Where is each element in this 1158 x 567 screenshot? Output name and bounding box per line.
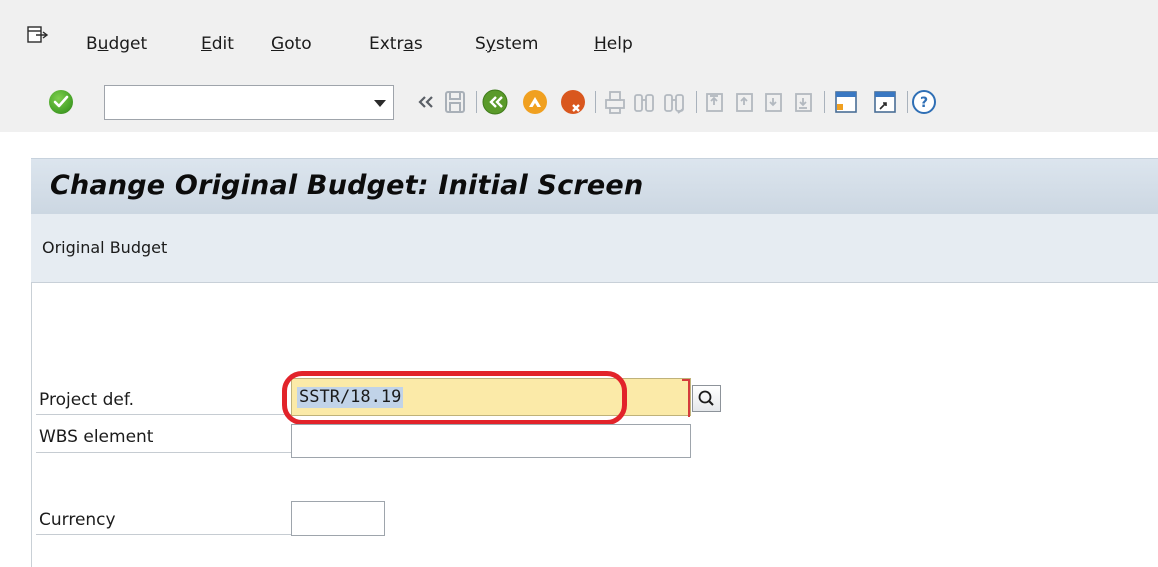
back-double-arrow-icon[interactable]: [412, 87, 440, 117]
help-icon[interactable]: ?: [910, 87, 938, 117]
menu-budget-label-b: dget: [108, 34, 148, 54]
toolbar-separator: [824, 91, 825, 113]
last-page-icon[interactable]: [790, 87, 818, 117]
menu-bar: Budget Edit Goto Extras System Help: [0, 0, 1158, 66]
menu-goto-mnemonic: G: [271, 34, 285, 54]
menu-system-label-a: S: [475, 34, 486, 54]
toolbar-separator: [907, 91, 908, 113]
toolbar-separator: [696, 91, 697, 113]
wbs-element-label: WBS element: [39, 427, 154, 447]
page-title: Change Original Budget: Initial Screen: [50, 170, 644, 201]
toolbar-separator: [595, 91, 596, 113]
system-menu-icon[interactable]: [27, 26, 49, 44]
label-underline: [36, 452, 292, 453]
menu-edit[interactable]: Edit: [201, 34, 234, 54]
label-underline: [36, 414, 292, 415]
wbs-element-field[interactable]: [291, 424, 691, 458]
command-input[interactable]: [109, 92, 357, 114]
svg-text:?: ?: [920, 95, 928, 111]
menu-help[interactable]: Help: [594, 34, 633, 54]
currency-input[interactable]: [292, 502, 384, 535]
project-def-label: Project def.: [39, 390, 134, 410]
search-icon: [698, 390, 714, 406]
application-toolbar: Original Budget: [31, 214, 1158, 283]
menu-extras-label-b: s: [413, 34, 423, 54]
first-page-icon[interactable]: [701, 87, 729, 117]
back-icon[interactable]: [481, 87, 509, 117]
menu-system-label-b: stem: [495, 34, 539, 54]
red-highlight-annotation: [282, 371, 627, 425]
menu-budget-mnemonic: u: [97, 34, 109, 54]
original-budget-button[interactable]: Original Budget: [42, 238, 167, 257]
menu-goto-label-b: oto: [284, 34, 312, 54]
menu-help-mnemonic: H: [594, 34, 607, 54]
find-icon[interactable]: [630, 87, 658, 117]
find-next-icon[interactable]: [660, 87, 688, 117]
currency-field[interactable]: [291, 501, 385, 536]
enter-icon[interactable]: [49, 90, 73, 114]
wbs-element-input[interactable]: [292, 425, 690, 457]
save-icon[interactable]: [441, 87, 469, 117]
exit-icon[interactable]: [521, 87, 549, 117]
menu-extras-mnemonic: a: [403, 34, 414, 54]
generate-shortcut-icon[interactable]: [871, 87, 899, 117]
cancel-icon[interactable]: [559, 87, 587, 117]
menu-budget[interactable]: Budget: [86, 34, 147, 54]
search-help-button[interactable]: [692, 385, 721, 412]
menu-goto[interactable]: Goto: [271, 34, 312, 54]
toolbar-separator: [476, 91, 477, 113]
standard-toolbar: ?: [0, 66, 1158, 132]
menu-budget-label-a: B: [86, 34, 98, 54]
menu-edit-label-b: dit: [211, 34, 234, 54]
menu-extras[interactable]: Extras: [369, 34, 423, 54]
menu-edit-mnemonic: E: [201, 34, 212, 54]
next-page-icon[interactable]: [760, 87, 788, 117]
previous-page-icon[interactable]: [731, 87, 759, 117]
command-history-dropdown-icon[interactable]: [374, 100, 386, 107]
create-session-icon[interactable]: [832, 87, 860, 117]
content-border: [31, 283, 32, 567]
menu-extras-label-a: Extr: [369, 34, 404, 54]
print-icon[interactable]: [601, 87, 629, 117]
menu-help-label-b: elp: [606, 34, 633, 54]
menu-system[interactable]: System: [475, 34, 538, 54]
label-underline: [36, 534, 292, 535]
currency-label: Currency: [39, 510, 116, 530]
command-field[interactable]: [104, 85, 394, 120]
menu-system-mnemonic: y: [485, 34, 496, 54]
required-field-marker: [682, 379, 690, 417]
title-bar: Change Original Budget: Initial Screen: [31, 158, 1158, 214]
